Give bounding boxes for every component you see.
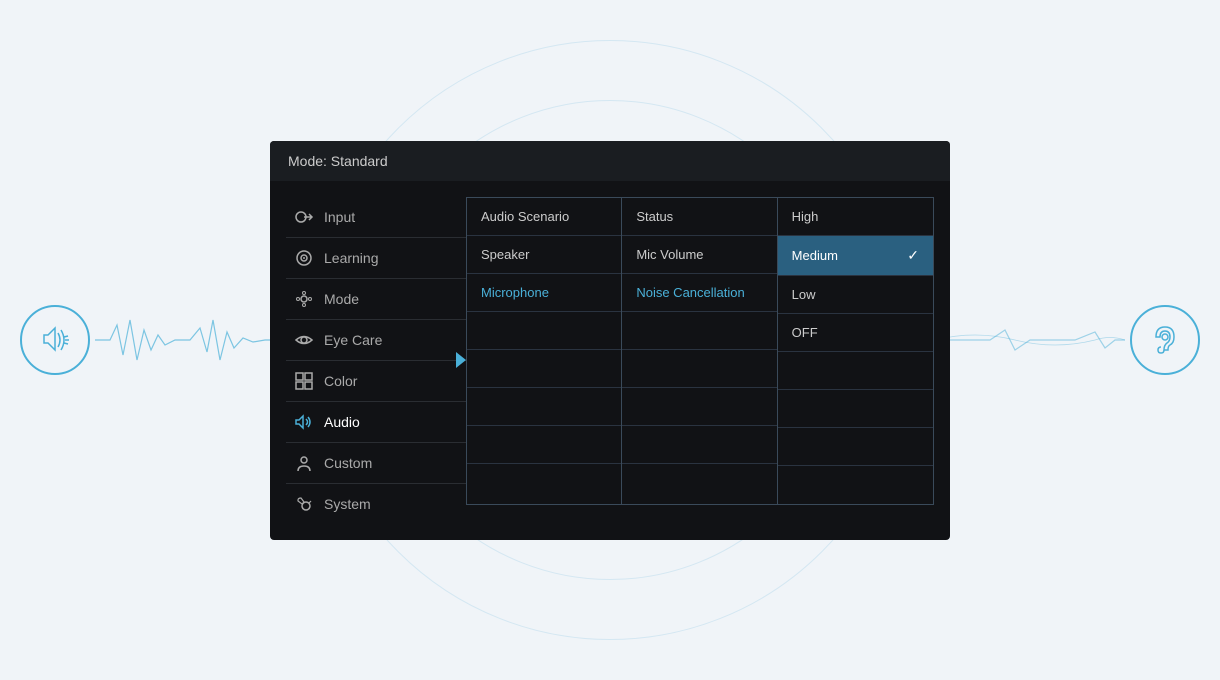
sidebar-item-mode[interactable]: Mode — [286, 279, 466, 320]
grid-header-status: Status — [622, 198, 776, 236]
color-icon — [294, 371, 314, 391]
sidebar-item-system-label: System — [324, 496, 371, 512]
grid-cell-medium[interactable]: Medium ✓ — [778, 236, 933, 276]
learning-icon — [294, 248, 314, 268]
grid-cell-mic-volume[interactable]: Mic Volume — [622, 236, 776, 274]
grid-header-high: High — [778, 198, 933, 236]
sidebar-item-learning[interactable]: Learning — [286, 238, 466, 279]
wave-left — [95, 310, 285, 370]
sidebar-item-eye-care[interactable]: Eye Care — [286, 320, 466, 361]
custom-icon — [294, 453, 314, 473]
grid-cell-low[interactable]: Low — [778, 276, 933, 314]
wave-right — [935, 320, 1125, 360]
grid-header-scenario: Audio Scenario — [467, 198, 621, 236]
grid-cell-c2r5 — [622, 388, 776, 426]
grid-cell-c1r6 — [467, 426, 621, 464]
grid-cell-c3r6 — [778, 428, 933, 466]
sidebar-item-mode-label: Mode — [324, 291, 359, 307]
sidebar-item-color-label: Color — [324, 373, 357, 389]
grid-cell-c3r4 — [778, 352, 933, 390]
speaker-icon-left — [20, 305, 90, 375]
grid-cell-c1r4 — [467, 350, 621, 388]
grid-cell-c1r3 — [467, 312, 621, 350]
sidebar-item-eye-care-label: Eye Care — [324, 332, 382, 348]
eye-care-icon — [294, 330, 314, 350]
check-mark-icon: ✓ — [907, 247, 919, 264]
sidebar-item-audio-label: Audio — [324, 414, 360, 430]
mode-icon — [294, 289, 314, 309]
selection-arrow — [456, 352, 466, 368]
sidebar-item-custom-label: Custom — [324, 455, 372, 471]
grid-cell-off[interactable]: OFF — [778, 314, 933, 352]
sidebar-item-learning-label: Learning — [324, 250, 379, 266]
mode-label: Mode: Standard — [288, 153, 388, 169]
grid-cell-c3r5 — [778, 390, 933, 428]
grid-col-status: Status Mic Volume Noise Cancellation — [622, 198, 777, 504]
content-area: Audio Scenario Speaker Microphone — [466, 197, 934, 524]
sidebar-item-custom[interactable]: Custom — [286, 443, 466, 484]
grid-cell-c2r4 — [622, 350, 776, 388]
grid-cell-c2r6 — [622, 426, 776, 464]
sidebar-item-audio[interactable]: Audio — [286, 402, 466, 443]
sidebar-item-color[interactable]: Color — [286, 361, 466, 402]
audio-grid: Audio Scenario Speaker Microphone — [466, 197, 934, 505]
grid-cell-microphone[interactable]: Microphone — [467, 274, 621, 312]
grid-cell-c3r7 — [778, 466, 933, 504]
main-panel: Mode: Standard Input Learning — [270, 141, 950, 540]
ear-icon-right — [1130, 305, 1200, 375]
panel-header: Mode: Standard — [270, 141, 950, 181]
input-icon — [294, 207, 314, 227]
grid-cell-c2r3 — [622, 312, 776, 350]
grid-cell-c2r7 — [622, 464, 776, 502]
grid-col-value: High Medium ✓ Low OFF — [778, 198, 933, 504]
grid-cell-speaker[interactable]: Speaker — [467, 236, 621, 274]
grid-cell-noise-cancellation[interactable]: Noise Cancellation — [622, 274, 776, 312]
grid-cell-c1r7 — [467, 464, 621, 502]
sidebar-item-system[interactable]: System — [286, 484, 466, 524]
panel-body: Input Learning Mode — [270, 181, 950, 540]
system-icon — [294, 494, 314, 514]
grid-col-scenario: Audio Scenario Speaker Microphone — [467, 198, 622, 504]
sidebar-item-input-label: Input — [324, 209, 355, 225]
audio-icon — [294, 412, 314, 432]
sidebar: Input Learning Mode — [286, 197, 466, 524]
grid-cell-c1r5 — [467, 388, 621, 426]
sidebar-item-input[interactable]: Input — [286, 197, 466, 238]
